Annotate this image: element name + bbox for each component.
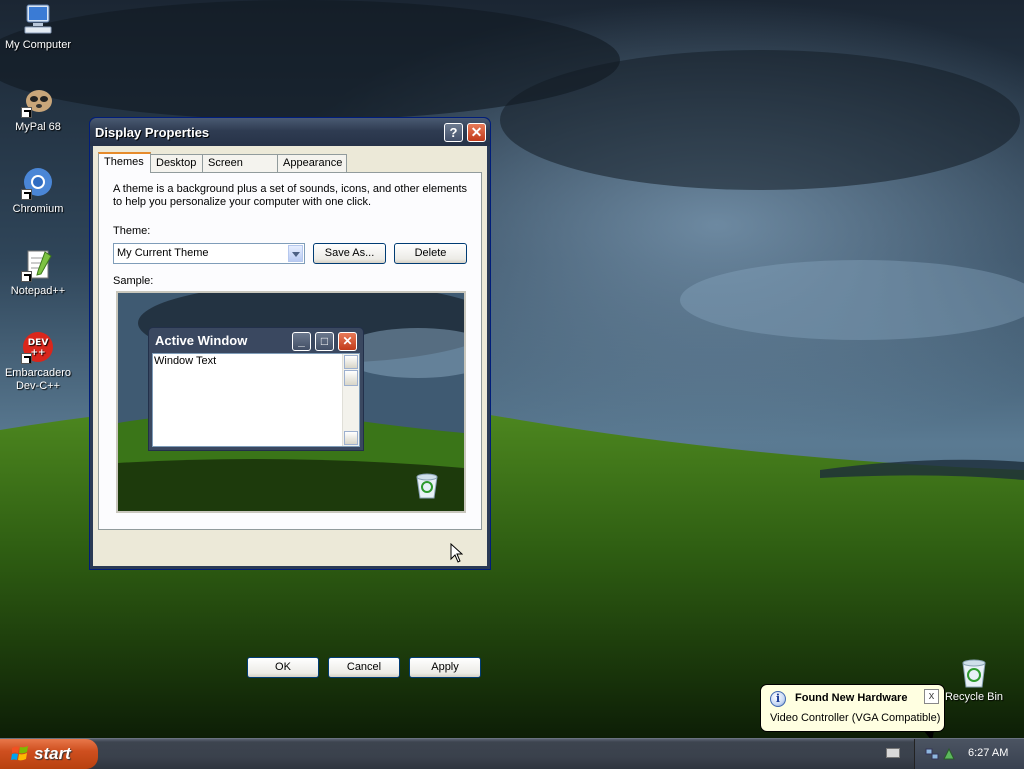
tab-themes[interactable]: Themes (98, 152, 151, 173)
apply-button[interactable]: Apply (409, 657, 481, 678)
shortcut-arrow-icon (21, 353, 32, 364)
devcpp-icon: DEV ++ (21, 330, 55, 364)
tab-desktop[interactable]: Desktop (150, 154, 203, 172)
desktop-icon-label: Recycle Bin (944, 691, 1004, 703)
save-as-button[interactable]: Save As... (313, 243, 386, 264)
window-titlebar[interactable]: Display Properties ? ✕ (90, 118, 490, 146)
minimize-icon: _ (292, 332, 311, 351)
sample-label: Sample: (113, 275, 154, 287)
desktop-icon-label: My Computer (4, 39, 72, 51)
window-title: Display Properties (95, 125, 210, 140)
scroll-thumb (344, 370, 358, 386)
keyboard-icon[interactable] (886, 748, 900, 758)
tab-screen-saver[interactable]: Screen Saver (202, 154, 278, 186)
chromium-icon (21, 166, 55, 200)
start-button[interactable]: start (0, 739, 98, 769)
theme-sample-preview: Active Window _ □ ✕ Window Text (116, 291, 466, 513)
shortcut-arrow-icon (21, 271, 32, 282)
help-button[interactable]: ? (444, 123, 463, 142)
windows-logo-icon (11, 746, 28, 761)
recycle-bin-icon (416, 473, 438, 499)
found-new-hardware-balloon[interactable]: i Found New Hardware x Video Controller … (760, 684, 945, 732)
network-icon[interactable] (925, 747, 939, 761)
theme-dropdown[interactable]: My Current Theme (113, 243, 305, 264)
theme-dropdown-value: My Current Theme (117, 247, 209, 259)
desktop-icon-my-computer[interactable]: My Computer (0, 2, 78, 52)
tab-appearance[interactable]: Appearance (277, 154, 347, 172)
maximize-icon: □ (315, 332, 334, 351)
hardware-icon[interactable] (942, 747, 956, 761)
desktop-icon-notepadpp[interactable]: Notepad++ (0, 248, 78, 298)
desktop-icon-label: MyPal 68 (15, 121, 61, 133)
notepadpp-icon (21, 248, 55, 282)
balloon-close-button[interactable]: x (924, 689, 939, 704)
theme-description: A theme is a background plus a set of so… (113, 183, 468, 208)
active-window-title: Active Window (155, 333, 248, 348)
clock[interactable]: 6:27 AM (968, 747, 1008, 759)
start-label: start (34, 744, 71, 763)
themes-panel: A theme is a background plus a set of so… (98, 172, 482, 530)
window-body: Themes Desktop Screen Saver Appearance A… (93, 146, 487, 678)
active-window-preview: Active Window _ □ ✕ Window Text (148, 327, 364, 451)
theme-label: Theme: (113, 225, 151, 237)
balloon-title: Found New Hardware (795, 692, 908, 704)
delete-button[interactable]: Delete (394, 243, 467, 264)
desktop-icon-label: Embarcadero Dev-C++ (4, 367, 72, 392)
scroll-up-icon (344, 355, 358, 369)
cancel-button[interactable]: Cancel (328, 657, 400, 678)
shortcut-arrow-icon (21, 107, 32, 118)
desktop-icon-recycle-bin[interactable]: Recycle Bin (934, 656, 1014, 703)
mypal-icon (21, 84, 55, 118)
desktop-icon-label: Chromium (12, 203, 64, 215)
balloon-text: Video Controller (VGA Compatible) (770, 712, 941, 724)
desktop-icon-devcpp[interactable]: DEV ++ Embarcadero Dev-C++ (0, 330, 78, 393)
desktop-icon-mypal[interactable]: MyPal 68 (0, 84, 78, 134)
computer-icon (21, 2, 55, 36)
chevron-down-icon[interactable] (288, 245, 303, 262)
svg-text:++: ++ (30, 348, 45, 358)
display-properties-window[interactable]: Display Properties ? ✕ Themes Desktop Sc… (89, 117, 491, 678)
scrollbar (342, 354, 359, 446)
svg-text:DEV: DEV (28, 338, 49, 348)
info-icon: i (770, 691, 786, 707)
desktop-icon-chromium[interactable]: Chromium (0, 166, 78, 216)
close-icon: ✕ (338, 332, 357, 351)
ok-button[interactable]: OK (247, 657, 319, 678)
scroll-down-icon (344, 431, 358, 445)
system-tray: 6:27 AM (914, 739, 1024, 769)
window-text: Window Text (154, 355, 217, 367)
desktop-icon-label: Notepad++ (10, 285, 66, 297)
recycle-bin-icon (962, 659, 986, 688)
taskbar: start 6:27 AM (0, 738, 1024, 769)
close-button[interactable]: ✕ (467, 123, 486, 142)
active-window-content: Window Text (152, 353, 360, 447)
shortcut-arrow-icon (21, 189, 32, 200)
mouse-cursor-icon (450, 543, 463, 563)
